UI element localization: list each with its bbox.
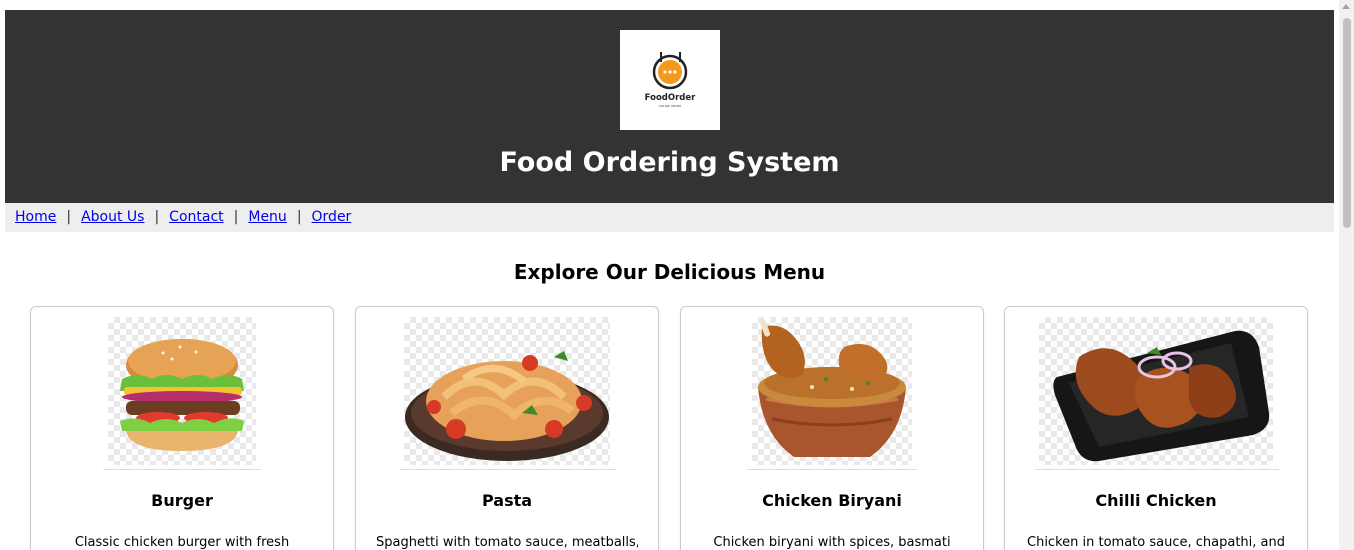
card-description: Spaghetti with tomato sauce, meatballs, (376, 535, 638, 550)
menu-card-pasta[interactable]: Pasta Spaghetti with tomato sauce, meatb… (355, 306, 659, 550)
nav-separator: | (296, 209, 302, 225)
card-title: Burger (151, 491, 213, 510)
nav-link-home[interactable]: Home (15, 209, 56, 225)
scroll-up-arrow-icon[interactable] (1342, 4, 1350, 9)
card-title: Pasta (481, 491, 533, 510)
site-header: FoodOrder ONLINE ORDER Food Ordering Sys… (5, 10, 1334, 203)
nav-separator: | (233, 209, 239, 225)
page: FoodOrder ONLINE ORDER Food Ordering Sys… (0, 0, 1339, 550)
scrollbar-thumb[interactable] (1343, 18, 1351, 228)
card-description: Chicken in tomato sauce, chapathi, and (1027, 535, 1285, 550)
image-divider (1035, 469, 1279, 470)
card-description: Chicken biryani with spices, basmati (713, 535, 951, 550)
nav-separator: | (66, 209, 72, 225)
nav-link-contact[interactable]: Contact (169, 209, 223, 225)
burger-image (108, 317, 256, 465)
nav-separator: | (154, 209, 160, 225)
image-divider (103, 469, 261, 470)
logo-tagline: ONLINE ORDER (659, 104, 682, 108)
nav-link-menu[interactable]: Menu (248, 209, 286, 225)
chilli-chicken-image (1039, 317, 1273, 465)
image-divider (747, 469, 917, 470)
pasta-image (404, 317, 610, 465)
image-divider (400, 469, 616, 470)
nav-link-about-us[interactable]: About Us (81, 209, 144, 225)
vertical-scrollbar[interactable] (1339, 0, 1354, 550)
main-nav: Home | About Us | Contact | Menu | Order (5, 203, 1334, 232)
page-title: Food Ordering System (499, 147, 840, 178)
menu-heading: Explore Our Delicious Menu (513, 260, 826, 284)
biryani-image (752, 317, 912, 465)
menu-card-chicken-biryani[interactable]: Chicken Biryani Chicken biryani with spi… (680, 306, 984, 550)
card-title: Chilli Chicken (1095, 491, 1217, 510)
site-logo[interactable]: FoodOrder ONLINE ORDER (620, 30, 720, 130)
menu-card-chilli-chicken[interactable]: Chilli Chicken Chicken in tomato sauce, … (1004, 306, 1308, 550)
card-description: Classic chicken burger with fresh (74, 535, 290, 550)
logo-text: FoodOrder (645, 93, 696, 103)
menu-card-burger[interactable]: Burger Classic chicken burger with fresh (30, 306, 334, 550)
card-title: Chicken Biryani (762, 491, 902, 510)
logo-icon: FoodOrder ONLINE ORDER (645, 52, 696, 108)
nav-link-order[interactable]: Order (312, 209, 352, 225)
